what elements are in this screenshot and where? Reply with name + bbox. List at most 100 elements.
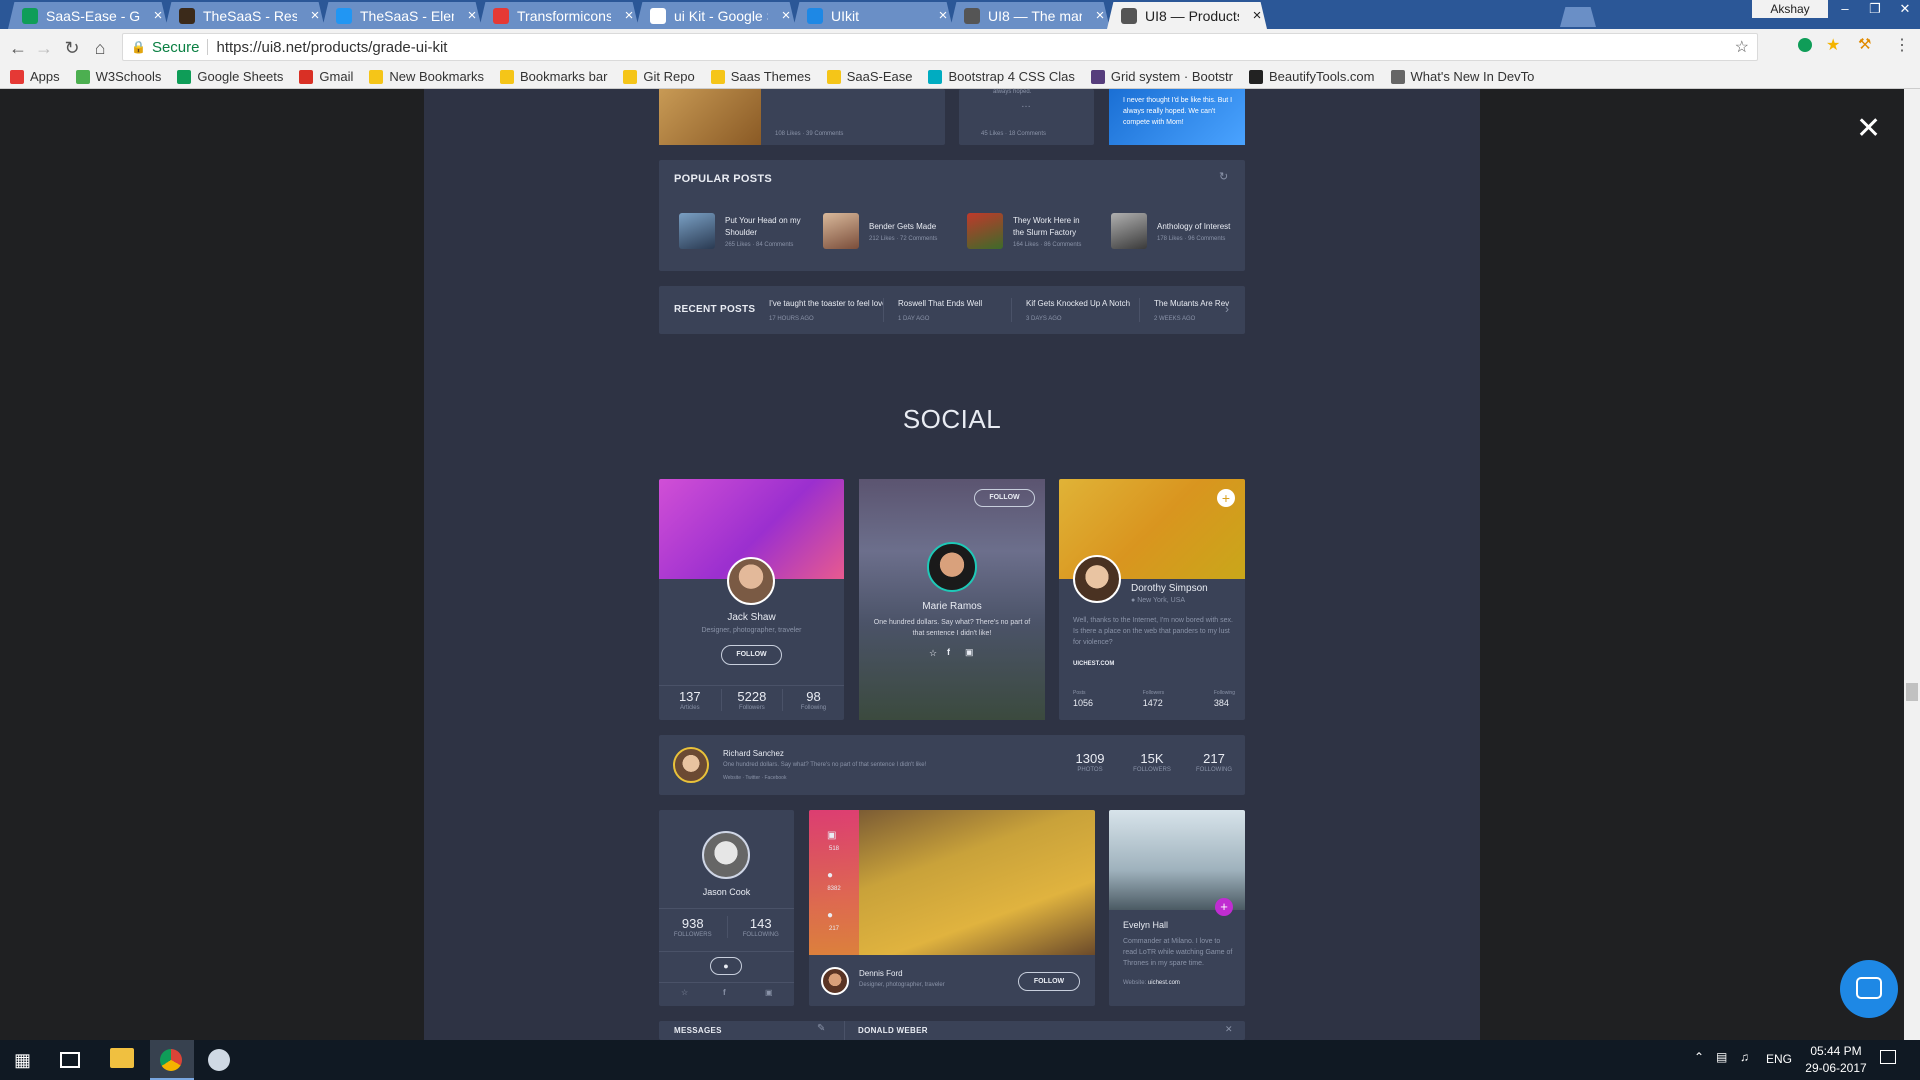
bookmark-item[interactable]: Grid system · Bootstr bbox=[1090, 69, 1233, 84]
stat-item: 137 Articles bbox=[659, 689, 721, 711]
paint-icon[interactable] bbox=[208, 1049, 230, 1071]
bookmark-item[interactable]: W3Schools bbox=[75, 69, 161, 84]
post-text: Bender Gets Made 212 Likes · 72 Comments bbox=[869, 221, 937, 242]
clock-time[interactable]: 05:44 PM bbox=[1806, 1044, 1866, 1058]
facebook-icon[interactable]: f bbox=[947, 647, 950, 657]
browser-tab[interactable]: UIkit × bbox=[793, 2, 953, 29]
avatar[interactable] bbox=[702, 831, 750, 879]
close-preview-icon[interactable]: ✕ bbox=[1856, 114, 1881, 144]
twitter-icon[interactable]: ☆ bbox=[929, 648, 937, 659]
follow-button[interactable]: FOLLOW bbox=[974, 489, 1035, 507]
follow-button[interactable]: FOLLOW bbox=[721, 645, 782, 665]
bookmark-item[interactable]: Bootstrap 4 CSS Clas bbox=[928, 69, 1075, 84]
popular-post-item[interactable]: Bender Gets Made 212 Likes · 72 Comments bbox=[823, 213, 947, 249]
scrollbar-thumb[interactable] bbox=[1906, 683, 1918, 701]
home-icon[interactable]: ⌂ bbox=[88, 36, 112, 60]
bookmark-item[interactable]: Apps bbox=[10, 69, 60, 84]
profile-site[interactable]: UICHEST.COM bbox=[1073, 661, 1114, 667]
forward-icon[interactable]: → bbox=[32, 36, 56, 60]
compose-icon[interactable]: ✎ bbox=[817, 1023, 825, 1034]
add-icon[interactable]: + bbox=[1215, 898, 1233, 916]
profile-button[interactable]: Akshay bbox=[1752, 0, 1828, 18]
popular-post-item[interactable]: They Work Here in the Slurm Factory 164 L… bbox=[967, 213, 1091, 249]
bookmark-item[interactable]: New Bookmarks bbox=[369, 69, 484, 84]
back-icon[interactable]: ← bbox=[6, 36, 30, 60]
restore-icon[interactable]: ❐ bbox=[1860, 0, 1890, 18]
avatar[interactable] bbox=[727, 557, 775, 605]
network-icon[interactable]: ▤ bbox=[1716, 1050, 1727, 1064]
stat-item: 1309 PHOTOS bbox=[1059, 751, 1121, 773]
avatar[interactable] bbox=[673, 747, 709, 783]
add-icon[interactable]: + bbox=[1217, 489, 1235, 507]
bookmark-icon bbox=[1249, 69, 1263, 84]
refresh-icon[interactable]: ↻ bbox=[1219, 170, 1228, 183]
popular-post-item[interactable]: Put Your Head on my Shoulder 265 Likes · … bbox=[679, 213, 803, 249]
avatar[interactable] bbox=[927, 542, 977, 592]
file-explorer-icon[interactable] bbox=[110, 1048, 134, 1068]
add-user-button[interactable]: ● bbox=[710, 957, 742, 975]
browser-tab[interactable]: TheSaaS - Responsive Bo× bbox=[165, 2, 325, 29]
profile-name: Evelyn Hall bbox=[1123, 920, 1169, 930]
close-window-icon[interactable]: ✕ bbox=[1890, 0, 1920, 18]
task-view-icon[interactable] bbox=[60, 1052, 80, 1068]
profile-links[interactable]: Website · Twitter · Facebook bbox=[723, 775, 786, 781]
profile-site[interactable]: Website: uichest.com bbox=[1123, 980, 1180, 986]
browser-tab[interactable]: UI8 — The marketplace f× bbox=[950, 2, 1110, 29]
twitter-icon[interactable]: ☆ bbox=[681, 988, 688, 997]
url-text[interactable]: https://ui8.net/products/grade-ui-kit bbox=[216, 39, 447, 56]
windows-start-icon[interactable]: ▦ bbox=[14, 1050, 31, 1071]
bookmark-item[interactable]: SaaS-Ease bbox=[826, 69, 912, 84]
t-icon bbox=[493, 7, 509, 24]
extension-icon[interactable] bbox=[1798, 38, 1812, 52]
divider bbox=[659, 982, 794, 983]
clock-date[interactable]: 29-06-2017 bbox=[1800, 1061, 1872, 1075]
recent-post-item[interactable]: I've taught the toaster to feel love! 17 … bbox=[755, 298, 883, 322]
notifications-icon[interactable] bbox=[1880, 1050, 1896, 1064]
new-tab-button[interactable] bbox=[1560, 7, 1596, 27]
messages-card: MESSAGES ✎ DONALD WEBER ✕ bbox=[659, 1021, 1245, 1040]
bookmark-item[interactable]: BeautifyTools.com bbox=[1249, 69, 1375, 84]
wrench-extension-icon[interactable]: ⚒ bbox=[1858, 35, 1871, 53]
site-icon bbox=[179, 7, 195, 24]
bookmark-item[interactable]: Gmail bbox=[299, 69, 353, 84]
bookmark-item[interactable]: What's New In DevTo bbox=[1390, 69, 1534, 84]
browser-tab[interactable]: SaaS-Ease - Google Shee× bbox=[8, 2, 168, 29]
bookmark-item[interactable]: Saas Themes bbox=[710, 69, 811, 84]
profile-bio: Commander at Milano. I love to read LoTR… bbox=[1123, 938, 1233, 967]
bookmark-item[interactable]: Google Sheets bbox=[177, 69, 283, 84]
instagram-icon[interactable]: ▣ bbox=[965, 647, 974, 658]
scrollbar[interactable] bbox=[1904, 89, 1920, 1040]
chrome-taskbar-button[interactable] bbox=[150, 1040, 194, 1080]
chat-button[interactable] bbox=[1840, 960, 1898, 1018]
menu-icon[interactable]: ⋮ bbox=[1894, 35, 1910, 55]
bookmark-item[interactable]: Bookmarks bar bbox=[500, 69, 607, 84]
minimize-icon[interactable]: – bbox=[1830, 0, 1860, 18]
bookmark-item[interactable]: Git Repo bbox=[623, 69, 695, 84]
chat-icon bbox=[1856, 977, 1882, 999]
recent-post-item[interactable]: The Mutants Are Rev 2 WEEKS AGO bbox=[1139, 298, 1267, 322]
address-bar[interactable]: 🔒 Secure https://ui8.net/products/grade-… bbox=[122, 33, 1758, 61]
browser-tab[interactable]: ui Kit - Google Search× bbox=[636, 2, 796, 29]
bookmark-star-icon[interactable]: ☆ bbox=[1735, 37, 1749, 57]
browser-tab[interactable]: Transformicons Builder× bbox=[479, 2, 639, 29]
close-icon[interactable]: ✕ bbox=[1225, 1024, 1233, 1035]
stat-item: Posts 1056 bbox=[1073, 690, 1093, 708]
google-icon bbox=[650, 7, 666, 24]
follow-button[interactable]: FOLLOW bbox=[1018, 972, 1080, 991]
stat-value: 98 bbox=[806, 689, 821, 704]
recent-post-item[interactable]: Roswell That Ends Well 1 DAY AGO bbox=[883, 298, 1011, 322]
browser-tab[interactable]: UI8 — Products — Grade× bbox=[1107, 2, 1267, 29]
avatar[interactable] bbox=[821, 967, 849, 995]
browser-tab[interactable]: TheSaaS - Elements× bbox=[322, 2, 482, 29]
recent-post-item[interactable]: Kif Gets Knocked Up A Notch 3 DAYS AGO bbox=[1011, 298, 1139, 322]
tray-chevron-icon[interactable]: ⌃ bbox=[1694, 1050, 1704, 1064]
volume-icon[interactable]: ♫ bbox=[1740, 1050, 1749, 1064]
avatar[interactable] bbox=[1073, 555, 1121, 603]
instagram-icon[interactable]: ▣ bbox=[765, 988, 773, 997]
chevron-right-icon[interactable]: › bbox=[1225, 302, 1229, 316]
facebook-icon[interactable]: f bbox=[723, 988, 726, 997]
reload-icon[interactable]: ↻ bbox=[60, 36, 84, 60]
popular-post-item[interactable]: Anthology of Interest 178 Likes · 96 Comm… bbox=[1111, 213, 1235, 249]
star-extension-icon[interactable]: ★ bbox=[1826, 35, 1840, 55]
language-indicator[interactable]: ENG bbox=[1766, 1052, 1792, 1066]
